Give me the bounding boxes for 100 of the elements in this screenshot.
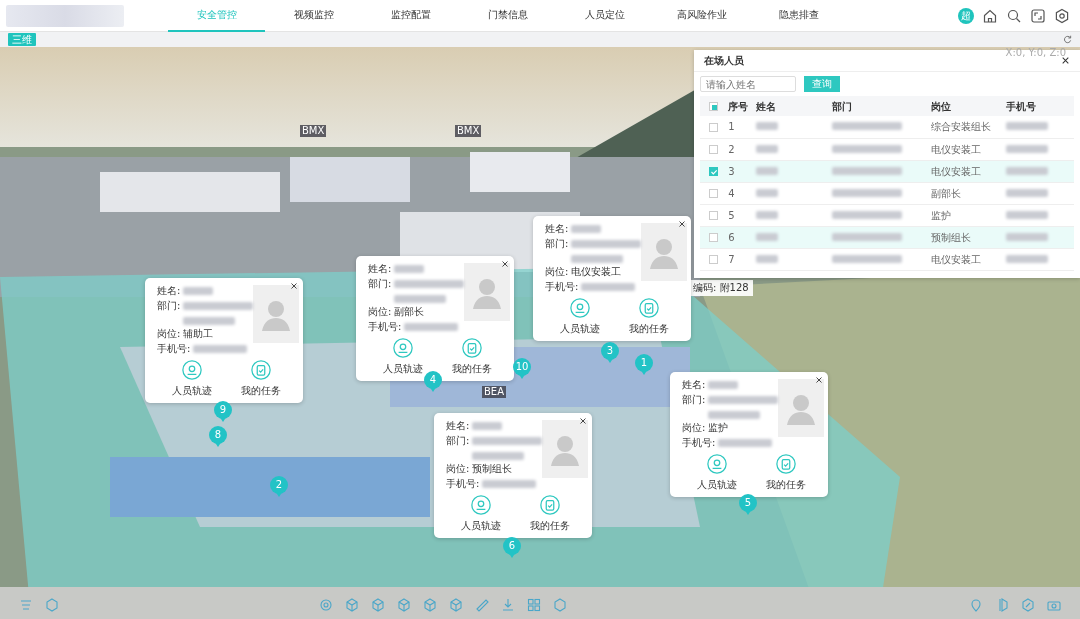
- cube-icon[interactable]: [448, 597, 464, 613]
- table-cell: 电仪安装工: [930, 253, 981, 265]
- nav-tab[interactable]: 视频监控: [265, 0, 362, 32]
- table-row[interactable]: 1 综合安装组长: [700, 116, 1074, 138]
- nav-tab[interactable]: 人员定位: [556, 0, 653, 32]
- redacted-text: [831, 144, 902, 153]
- cube-icon[interactable]: [370, 597, 386, 613]
- close-icon[interactable]: [1061, 56, 1070, 65]
- field-value: 电仪安装工: [571, 266, 622, 278]
- field-label: 手机号:: [157, 343, 191, 355]
- nav-tab[interactable]: 隐患排查: [750, 0, 847, 32]
- redacted-text: [394, 265, 425, 273]
- hexagon-icon[interactable]: [552, 597, 568, 613]
- home-icon[interactable]: [982, 7, 998, 24]
- avatar-placeholder: [542, 420, 589, 478]
- field-label: 部门:: [545, 238, 569, 250]
- action-button[interactable]: 我的任务: [529, 495, 570, 533]
- field-label: 岗位:: [682, 422, 706, 434]
- table-row[interactable]: 6 预制组长: [700, 226, 1074, 248]
- field-label: 部门:: [446, 435, 470, 447]
- field-value: 预制组长: [472, 463, 513, 475]
- table-row[interactable]: 4 副部长: [700, 182, 1074, 204]
- action-button[interactable]: 人员轨迹: [559, 298, 600, 336]
- table-row[interactable]: 5 监护: [700, 204, 1074, 226]
- layers-icon[interactable]: [18, 597, 34, 613]
- field-label: 姓名:: [682, 379, 706, 391]
- checkbox[interactable]: [709, 122, 719, 132]
- checkbox[interactable]: [709, 145, 719, 154]
- checkbox[interactable]: [709, 102, 719, 111]
- action-button[interactable]: 人员轨迹: [460, 495, 501, 533]
- location-pin-icon: [392, 338, 413, 358]
- search-icon[interactable]: [1006, 7, 1022, 24]
- clipboard-check-icon: [461, 338, 482, 358]
- table-cell: 综合安装组长: [930, 121, 991, 133]
- cube-icon[interactable]: [396, 597, 412, 613]
- redacted-text: [472, 437, 543, 445]
- fullscreen-icon[interactable]: [1030, 7, 1046, 24]
- redacted-text: [571, 240, 642, 248]
- column-header: 岗位: [930, 100, 951, 112]
- field-label: 姓名:: [446, 420, 470, 432]
- action-button[interactable]: 我的任务: [240, 360, 281, 398]
- coordinates-readout: X:0, Y:0, Z:0: [1005, 47, 1066, 58]
- checkbox[interactable]: [709, 233, 719, 242]
- hexagon-icon[interactable]: [44, 597, 60, 613]
- redacted-text: [755, 166, 778, 175]
- cube-icon[interactable]: [344, 597, 360, 613]
- table-cell: 3: [728, 165, 735, 177]
- redacted-text: [755, 232, 778, 241]
- checkbox[interactable]: [709, 167, 719, 176]
- clipboard-check-icon: [539, 495, 560, 515]
- refresh-icon[interactable]: [1063, 35, 1072, 44]
- redacted-text: [571, 255, 624, 263]
- field-label: 手机号:: [682, 437, 716, 449]
- table-cell: 7: [728, 253, 735, 265]
- field-label: 姓名:: [368, 263, 392, 275]
- nav-tab[interactable]: 高风险作业: [653, 0, 750, 32]
- settings-icon[interactable]: [1054, 7, 1070, 24]
- redacted-text: [1005, 144, 1048, 153]
- checkbox[interactable]: [709, 211, 719, 220]
- action-button[interactable]: 人员轨迹: [696, 454, 737, 492]
- cube-icon[interactable]: [422, 597, 438, 613]
- table-row[interactable]: 2 电仪安装工: [700, 138, 1074, 160]
- field-label: 部门:: [368, 278, 392, 290]
- column-header: 序号: [728, 100, 749, 112]
- field-value: 辅助工: [183, 328, 214, 340]
- download-icon[interactable]: [500, 597, 516, 613]
- action-button[interactable]: 人员轨迹: [171, 360, 212, 398]
- checkbox[interactable]: [709, 255, 719, 264]
- field-label: 岗位:: [545, 266, 569, 278]
- field-label: 姓名:: [157, 285, 181, 297]
- redacted-text: [183, 287, 214, 295]
- redacted-text: [831, 254, 902, 263]
- grid-icon[interactable]: [526, 597, 542, 613]
- checkbox[interactable]: [709, 189, 719, 198]
- action-button[interactable]: 我的任务: [765, 454, 806, 492]
- redacted-text: [183, 317, 236, 325]
- ruler-icon[interactable]: [474, 597, 490, 613]
- redacted-text: [755, 210, 778, 219]
- target-icon[interactable]: [318, 597, 334, 613]
- action-button[interactable]: 我的任务: [451, 338, 492, 376]
- clipboard-check-icon: [638, 298, 659, 318]
- action-button[interactable]: 人员轨迹: [382, 338, 423, 376]
- avatar-placeholder: [778, 379, 825, 437]
- action-button[interactable]: 我的任务: [628, 298, 669, 336]
- redacted-text: [394, 295, 447, 303]
- location-icon[interactable]: [968, 597, 984, 613]
- field-label: 岗位:: [157, 328, 181, 340]
- table-row[interactable]: 7 电仪安装工: [700, 248, 1074, 270]
- redacted-text: [404, 323, 459, 331]
- nav-tab[interactable]: 门禁信息: [459, 0, 556, 32]
- search-field[interactable]: 请输入姓名: [700, 76, 796, 92]
- edit-icon[interactable]: [1020, 597, 1036, 613]
- table-row[interactable]: 3 电仪安装工: [700, 160, 1074, 182]
- redacted-text: [708, 381, 739, 389]
- redacted-text: [831, 188, 902, 197]
- nav-tab[interactable]: 监控配置: [362, 0, 459, 32]
- redacted-text: [755, 188, 778, 197]
- redacted-text: [718, 439, 773, 447]
- clipboard-check-icon: [250, 360, 271, 380]
- avatar-placeholder: [464, 263, 511, 321]
